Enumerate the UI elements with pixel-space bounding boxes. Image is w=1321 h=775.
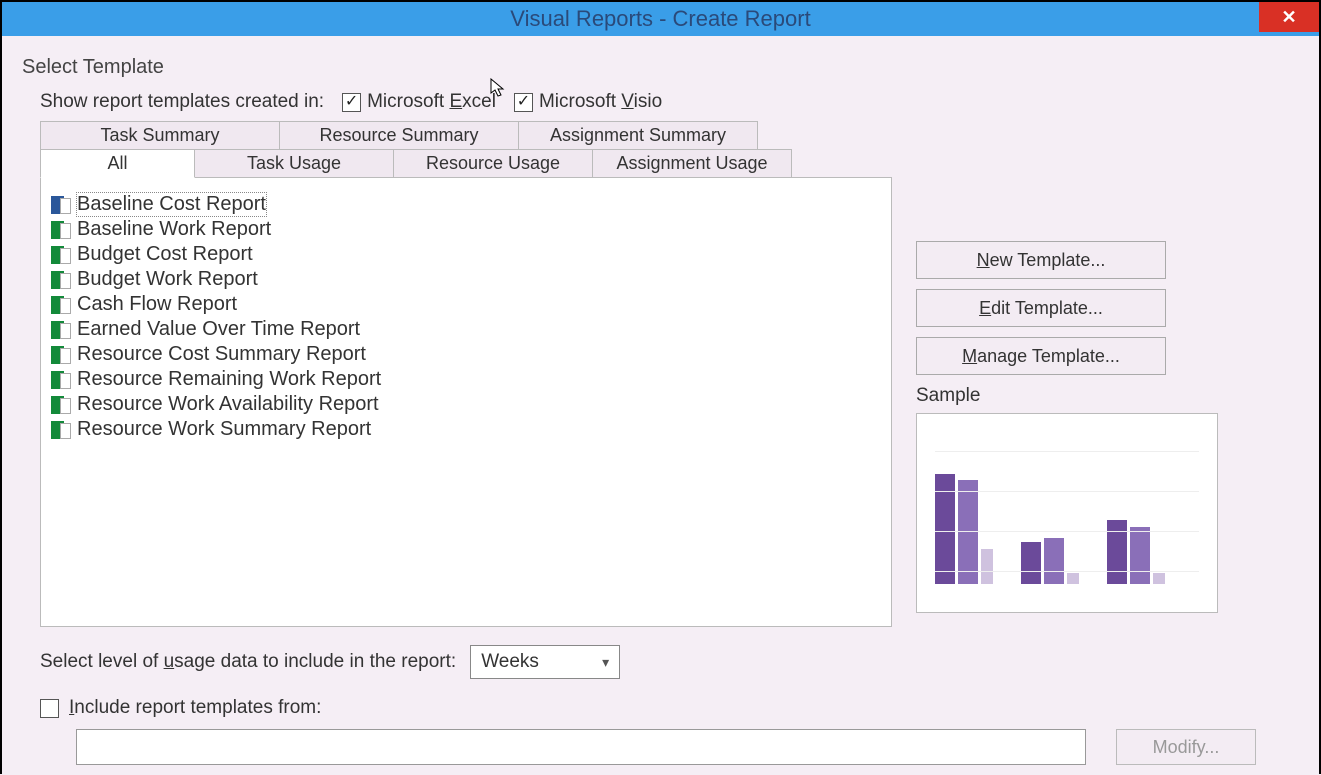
list-item[interactable]: Budget Work Report xyxy=(51,267,881,292)
chart-bar xyxy=(1107,520,1127,584)
excel-file-icon xyxy=(51,296,71,314)
usage-level-row: Select level of usage data to include in… xyxy=(40,645,1299,679)
include-path-input[interactable] xyxy=(76,729,1086,765)
bar-group xyxy=(1107,520,1165,584)
list-item[interactable]: Budget Cost Report xyxy=(51,242,881,267)
list-item-label: Budget Cost Report xyxy=(77,243,253,266)
list-item[interactable]: Earned Value Over Time Report xyxy=(51,317,881,342)
list-item[interactable]: Baseline Cost Report xyxy=(51,192,881,217)
tabs-row-bottom: All Task Usage Resource Usage Assignment… xyxy=(40,149,892,178)
tabs-container: Task Summary Resource Summary Assignment… xyxy=(40,121,892,627)
list-item-label: Budget Work Report xyxy=(77,268,258,291)
bottom-section: Select level of usage data to include in… xyxy=(40,645,1299,765)
excel-checkbox[interactable] xyxy=(342,93,361,112)
close-button[interactable]: ✕ xyxy=(1259,2,1319,32)
select-template-label: Select Template xyxy=(22,56,1299,79)
usage-level-value: Weeks xyxy=(481,651,539,673)
manage-template-button[interactable]: Manage Template... xyxy=(916,337,1166,375)
list-item[interactable]: Resource Cost Summary Report xyxy=(51,342,881,367)
excel-file-icon xyxy=(51,271,71,289)
modify-button: Modify... xyxy=(1116,729,1256,765)
chevron-down-icon: ▾ xyxy=(602,654,609,671)
excel-file-icon xyxy=(51,346,71,364)
grid-line-icon xyxy=(935,531,1199,532)
visio-checkbox[interactable] xyxy=(514,93,533,112)
excel-file-icon xyxy=(51,221,71,239)
sample-preview xyxy=(916,413,1218,613)
visio-checkbox-wrap[interactable]: Microsoft Visio xyxy=(514,91,662,113)
chart-bar xyxy=(1153,573,1165,584)
list-item-label: Earned Value Over Time Report xyxy=(77,318,360,341)
list-item[interactable]: Resource Work Availability Report xyxy=(51,392,881,417)
tab-assignment-usage[interactable]: Assignment Usage xyxy=(592,149,792,178)
usage-label: Select level of usage data to include in… xyxy=(40,651,456,673)
grid-line-icon xyxy=(935,571,1199,572)
list-item[interactable]: Resource Work Summary Report xyxy=(51,417,881,442)
dialog-body: Select Template Show report templates cr… xyxy=(2,36,1319,775)
grid-line-icon xyxy=(935,491,1199,492)
window-title: Visual Reports - Create Report xyxy=(510,6,810,32)
excel-file-icon xyxy=(51,246,71,264)
list-item-label: Baseline Cost Report xyxy=(77,193,266,216)
main-content-row: Task Summary Resource Summary Assignment… xyxy=(22,121,1299,627)
excel-file-icon xyxy=(51,396,71,414)
tab-all[interactable]: All xyxy=(40,149,195,178)
sample-label: Sample xyxy=(916,385,1276,407)
list-item-label: Resource Work Summary Report xyxy=(77,418,371,441)
grid-line-icon xyxy=(935,451,1199,452)
tab-resource-usage[interactable]: Resource Usage xyxy=(393,149,593,178)
chart-bar xyxy=(981,549,993,584)
include-checkbox[interactable] xyxy=(40,699,59,718)
chart-bar xyxy=(1130,527,1150,584)
close-icon: ✕ xyxy=(1281,7,1296,28)
usage-level-select[interactable]: Weeks ▾ xyxy=(470,645,620,679)
include-row: Include report templates from: xyxy=(40,697,1299,719)
list-item-label: Resource Cost Summary Report xyxy=(77,343,366,366)
right-column: New Template... Edit Template... Manage … xyxy=(916,121,1276,613)
include-label: Include report templates from: xyxy=(69,697,321,719)
excel-checkbox-label: Microsoft Excel xyxy=(367,91,496,113)
tab-task-summary[interactable]: Task Summary xyxy=(40,121,280,150)
list-item[interactable]: Cash Flow Report xyxy=(51,292,881,317)
list-item-label: Resource Remaining Work Report xyxy=(77,368,381,391)
chart-bar xyxy=(1067,573,1079,584)
tabs-row-top: Task Summary Resource Summary Assignment… xyxy=(40,121,892,150)
new-template-button[interactable]: New Template... xyxy=(916,241,1166,279)
title-bar: Visual Reports - Create Report ✕ xyxy=(2,2,1319,36)
tab-task-usage[interactable]: Task Usage xyxy=(194,149,394,178)
list-item-label: Resource Work Availability Report xyxy=(77,393,379,416)
excel-file-icon xyxy=(51,421,71,439)
template-list[interactable]: Baseline Cost ReportBaseline Work Report… xyxy=(40,177,892,627)
list-item[interactable]: Baseline Work Report xyxy=(51,217,881,242)
list-item-label: Cash Flow Report xyxy=(77,293,237,316)
templates-column: Task Summary Resource Summary Assignment… xyxy=(22,121,892,627)
visio-file-icon xyxy=(51,196,71,214)
chart-bar xyxy=(1044,538,1064,584)
include-path-row: Modify... xyxy=(76,729,1299,765)
excel-file-icon xyxy=(51,371,71,389)
list-item[interactable]: Resource Remaining Work Report xyxy=(51,367,881,392)
excel-file-icon xyxy=(51,321,71,339)
bar-group xyxy=(1021,538,1079,584)
chart-bar xyxy=(1021,542,1041,584)
visio-checkbox-label: Microsoft Visio xyxy=(539,91,662,113)
filter-label: Show report templates created in: xyxy=(40,91,324,113)
template-filter-row: Show report templates created in: Micros… xyxy=(40,91,1299,113)
list-item-label: Baseline Work Report xyxy=(77,218,271,241)
tab-assignment-summary[interactable]: Assignment Summary xyxy=(518,121,758,150)
tab-resource-summary[interactable]: Resource Summary xyxy=(279,121,519,150)
excel-checkbox-wrap[interactable]: Microsoft Excel xyxy=(342,91,496,113)
edit-template-button[interactable]: Edit Template... xyxy=(916,289,1166,327)
